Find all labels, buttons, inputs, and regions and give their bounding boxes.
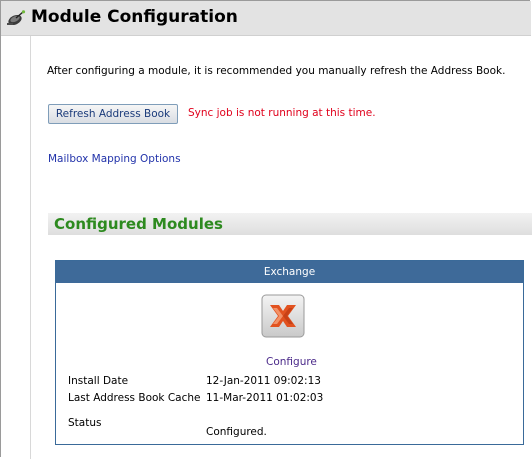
page-title: Module Configuration xyxy=(31,7,238,27)
exchange-icon[interactable] xyxy=(261,294,305,338)
configure-link[interactable]: Configure xyxy=(266,356,317,368)
intro-text: After configuring a module, it is recomm… xyxy=(47,65,506,77)
mailbox-mapping-options-link[interactable]: Mailbox Mapping Options xyxy=(48,153,181,165)
install-date-value: 12-Jan-2011 09:02:13 xyxy=(206,375,321,387)
sync-status-text: Sync job is not running at this time. xyxy=(188,107,376,119)
configured-modules-heading: Configured Modules xyxy=(54,215,223,233)
last-cache-label: Last Address Book Cache xyxy=(68,392,201,404)
status-value: Configured. xyxy=(206,426,267,438)
refresh-address-book-button[interactable]: Refresh Address Book xyxy=(48,104,178,124)
module-header: Exchange xyxy=(56,261,523,283)
page-header: Module Configuration xyxy=(1,1,531,36)
content-divider xyxy=(30,36,31,459)
exchange-module-panel: Exchange Configure Install Date 12-Jan-2… xyxy=(55,260,524,445)
status-label: Status xyxy=(68,417,102,429)
install-date-label: Install Date xyxy=(68,375,129,387)
last-cache-value: 11-Mar-2011 01:02:03 xyxy=(206,392,324,404)
satellite-dish-icon xyxy=(7,10,26,26)
